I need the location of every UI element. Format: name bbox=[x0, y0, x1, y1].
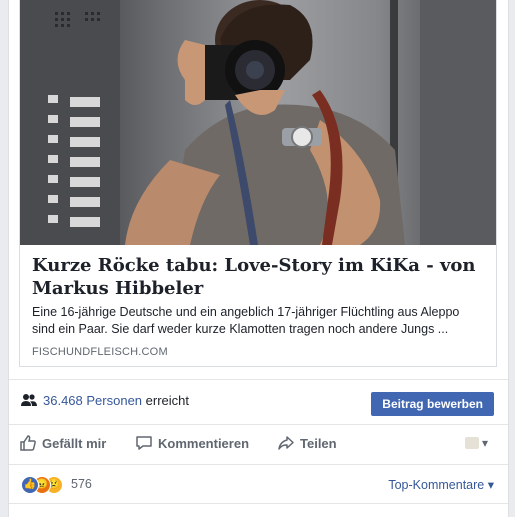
promote-post-button[interactable]: Beitrag bewerben bbox=[371, 392, 494, 416]
people-icon bbox=[21, 393, 37, 412]
comment-sort-label: Top-Kommentare bbox=[388, 478, 485, 492]
post-card: Kurze Röcke tabu: Love-Story im KiKa - v… bbox=[8, 0, 509, 517]
reach-people-label: Personen bbox=[86, 393, 143, 408]
reach-reached-label: erreicht bbox=[145, 393, 190, 408]
comment-label: Kommentieren bbox=[158, 436, 250, 451]
reaction-icons[interactable]: 👍 😠 😢 bbox=[21, 476, 67, 494]
share-label: Teilen bbox=[300, 436, 337, 451]
thumbs-up-icon bbox=[20, 435, 36, 451]
reach-summary: 36.468 Personen erreicht bbox=[43, 393, 189, 408]
reactions-bar: 👍 😠 😢 576 Top-Kommentare ▾ bbox=[9, 465, 508, 504]
reach-count: 36.468 bbox=[43, 393, 83, 408]
reach-bar: 36.468 Personen erreicht Beitrag bewerbe… bbox=[9, 379, 508, 425]
link-title[interactable]: Kurze Röcke tabu: Love-Story im KiKa - v… bbox=[32, 254, 484, 300]
like-button[interactable]: Gefällt mir bbox=[19, 434, 106, 452]
audience-selector[interactable]: ▾ bbox=[464, 436, 488, 450]
cut-off-row bbox=[21, 508, 141, 517]
like-icon: 👍 bbox=[21, 476, 39, 494]
photo-illustration bbox=[20, 0, 496, 245]
chevron-down-icon: ▾ bbox=[487, 478, 494, 492]
share-icon bbox=[278, 436, 294, 450]
link-description: Eine 16-jährige Deutsche und ein angebli… bbox=[32, 305, 460, 336]
link-domain: FISCHUNDFLEISCH.COM bbox=[32, 346, 168, 358]
chevron-down-icon: ▾ bbox=[481, 436, 488, 450]
link-preview[interactable]: Kurze Röcke tabu: Love-Story im KiKa - v… bbox=[19, 0, 497, 367]
like-label: Gefällt mir bbox=[42, 436, 107, 451]
page-avatar-icon bbox=[464, 437, 479, 449]
reach-count-link[interactable]: 36.468 Personen bbox=[43, 393, 142, 408]
comment-icon bbox=[136, 436, 152, 450]
link-preview-image[interactable] bbox=[20, 0, 496, 245]
reaction-count[interactable]: 576 bbox=[71, 477, 92, 491]
comment-sort-dropdown[interactable]: Top-Kommentare ▾ bbox=[388, 477, 494, 492]
share-button[interactable]: Teilen bbox=[277, 434, 337, 452]
post-actions: Gefällt mir Kommentieren Teilen ▾ bbox=[9, 424, 508, 465]
comment-button[interactable]: Kommentieren bbox=[135, 434, 249, 452]
